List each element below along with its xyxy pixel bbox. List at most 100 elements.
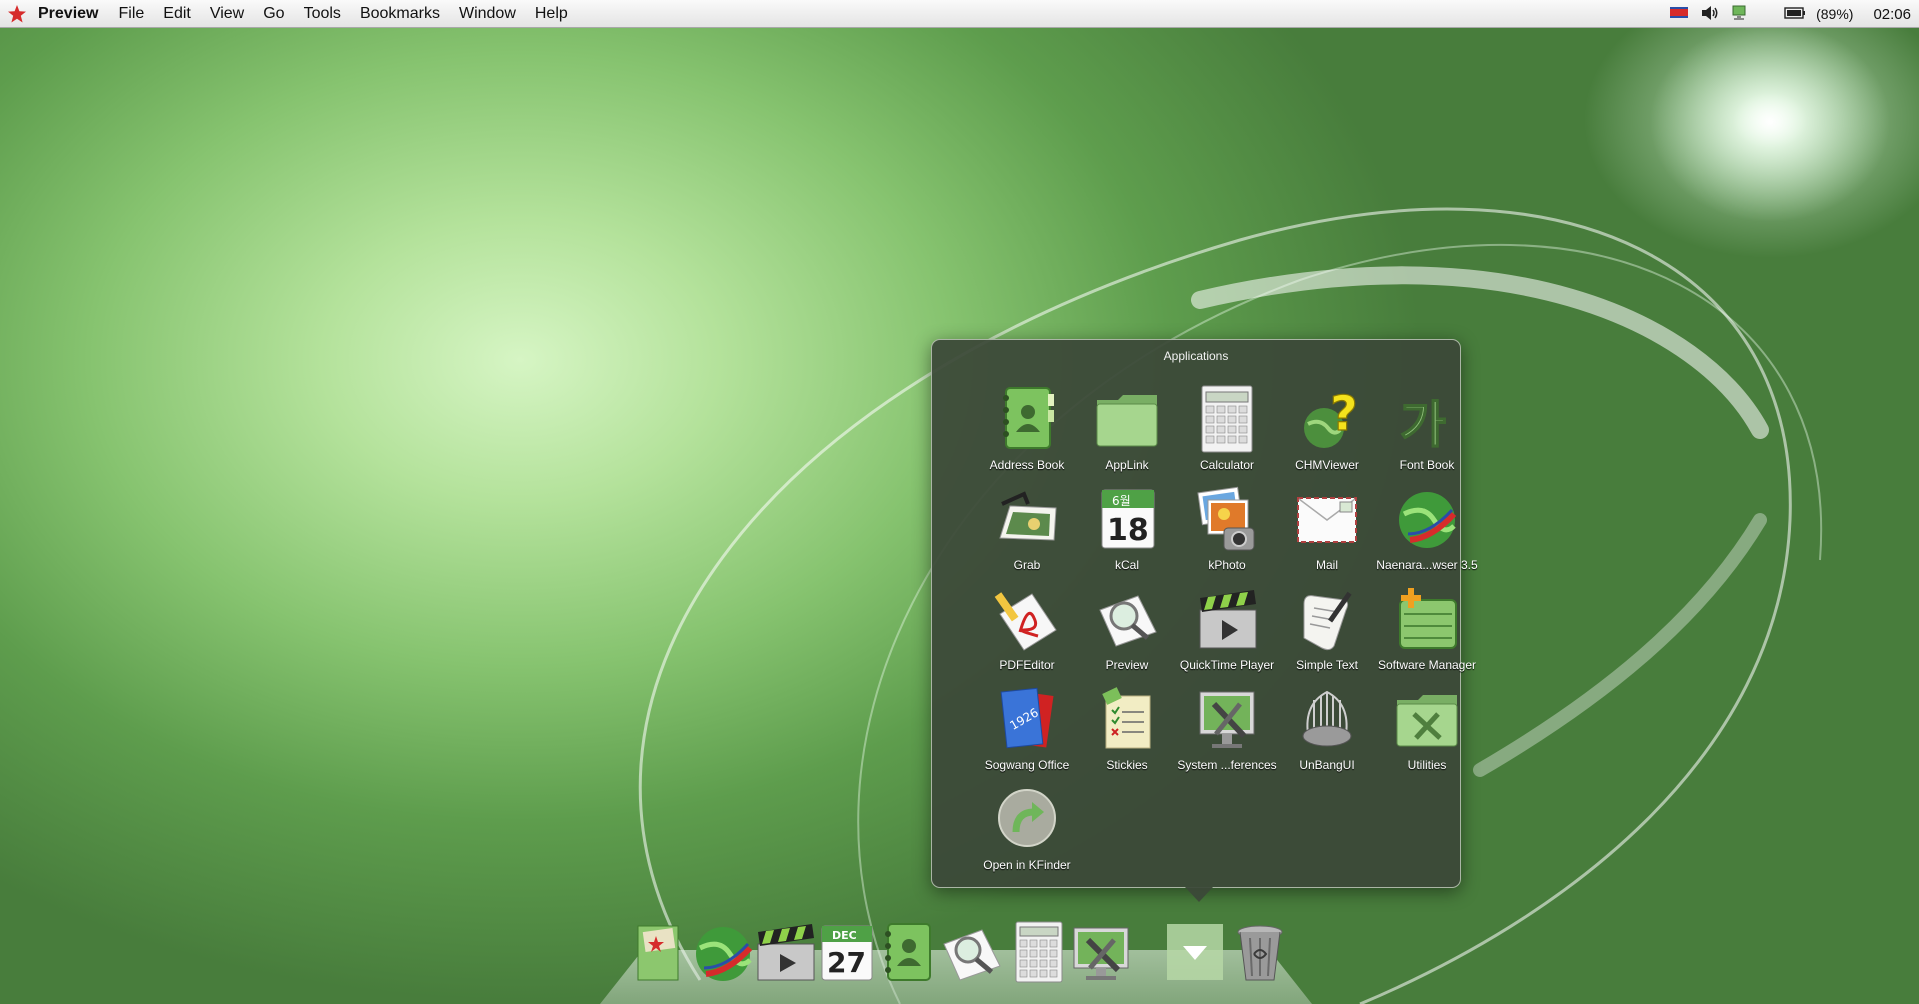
app-label: System ...ferences: [1177, 758, 1277, 772]
dock-address-book[interactable]: [878, 920, 940, 984]
app-calculator[interactable]: Calculator: [1177, 384, 1277, 484]
app-menu[interactable]: Preview: [38, 5, 98, 23]
dock-quicktime[interactable]: [754, 920, 816, 984]
open-in-kfinder[interactable]: Open in KFinder: [977, 784, 1077, 884]
app-address-book[interactable]: Address Book: [977, 384, 1077, 484]
app-label: Preview: [1105, 658, 1149, 672]
app-system-preferences[interactable]: System ...ferences: [1177, 684, 1277, 784]
app-label: kPhoto: [1208, 558, 1246, 572]
app-chmviewer[interactable]: ? CHMViewer: [1277, 384, 1377, 484]
system-preferences-icon: [1073, 927, 1129, 980]
dock-applications-stack[interactable]: [1165, 920, 1227, 984]
pdf-icon: [994, 584, 1060, 654]
dock-photo-book[interactable]: [630, 920, 692, 984]
svg-text:27: 27: [827, 946, 866, 979]
system-preferences-icon: [1194, 684, 1260, 754]
font-book-icon: 가: [1394, 384, 1460, 455]
open-arrow-icon: [994, 784, 1060, 854]
app-label: Sogwang Office: [984, 758, 1070, 772]
app-label: Utilities: [1407, 758, 1447, 772]
calculator-icon: [1015, 921, 1063, 983]
app-applink[interactable]: AppLink: [1077, 384, 1177, 484]
network-icon[interactable]: [1730, 4, 1748, 25]
app-label: Open in KFinder: [983, 858, 1071, 872]
calculator-icon: [1194, 384, 1260, 454]
text-scroll-icon: [1294, 584, 1360, 654]
app-label: Stickies: [1106, 758, 1148, 772]
dock-preview[interactable]: [940, 920, 1002, 984]
app-label: UnBangUI: [1299, 758, 1355, 772]
app-label: Naenara...wser 3.5: [1376, 558, 1478, 572]
app-software-manager[interactable]: Software Manager: [1377, 584, 1477, 684]
stack-title: Applications: [1163, 349, 1229, 363]
battery-percent: (89%): [1816, 6, 1854, 22]
grab-icon: [994, 484, 1060, 554]
dock-trash[interactable]: [1232, 920, 1294, 984]
utilities-folder-icon: [1394, 684, 1460, 754]
app-kphoto[interactable]: kPhoto: [1177, 484, 1277, 584]
svg-text:18: 18: [1107, 513, 1149, 548]
app-naenara-browser[interactable]: Naenara...wser 3.5: [1376, 484, 1478, 584]
app-unbangui[interactable]: UnBangUI: [1277, 684, 1377, 784]
app-pdfeditor[interactable]: PDFEditor: [977, 584, 1077, 684]
app-label: CHMViewer: [1295, 458, 1359, 472]
volume-icon[interactable]: [1700, 5, 1720, 24]
dock-calendar[interactable]: DEC 27: [816, 920, 878, 984]
app-label: Calculator: [1199, 458, 1255, 472]
menu-help[interactable]: Help: [535, 5, 568, 23]
package-icon: [1394, 584, 1460, 654]
app-quicktime-player[interactable]: QuickTime Player: [1177, 584, 1277, 684]
applications-stack-icon: [1167, 924, 1223, 980]
preview-icon: [943, 929, 1001, 981]
applications-stack-popup: Applications Address Book AppLink Calcul…: [931, 339, 1478, 902]
globe-icon: [1394, 484, 1460, 554]
app-kcal[interactable]: 6월 18 kCal: [1077, 484, 1177, 584]
menu-go[interactable]: Go: [263, 5, 284, 23]
star-menu-icon[interactable]: [4, 1, 30, 27]
menu-file[interactable]: File: [118, 5, 144, 23]
app-grab[interactable]: Grab: [977, 484, 1077, 584]
menu-window[interactable]: Window: [459, 5, 516, 23]
flag-icon[interactable]: [1670, 6, 1690, 23]
app-stickies[interactable]: Stickies: [1077, 684, 1177, 784]
dock-system-preferences[interactable]: [1070, 920, 1132, 984]
menu-tools[interactable]: Tools: [304, 5, 341, 23]
chm-viewer-icon: ?: [1294, 384, 1360, 454]
app-mail[interactable]: Mail: [1277, 484, 1377, 584]
office-icon: 1926: [994, 684, 1060, 754]
address-book-icon: [885, 923, 931, 981]
app-label: Grab: [1013, 558, 1041, 572]
menu-bookmarks[interactable]: Bookmarks: [360, 5, 440, 23]
clapperboard-icon: [757, 924, 815, 981]
svg-text:?: ?: [1330, 386, 1358, 442]
photo-book-icon: [637, 925, 679, 981]
app-label: Font Book: [1399, 458, 1455, 472]
address-book-icon: [994, 384, 1060, 454]
app-label: AppLink: [1105, 458, 1149, 472]
app-label: Address Book: [989, 458, 1065, 472]
app-utilities[interactable]: Utilities: [1377, 684, 1477, 784]
app-sogwang-office[interactable]: 1926 Sogwang Office: [977, 684, 1077, 784]
globe-icon: [696, 927, 753, 981]
svg-text:DEC: DEC: [832, 929, 857, 942]
app-simple-text[interactable]: Simple Text: [1277, 584, 1377, 684]
mail-icon: [1294, 484, 1360, 554]
menu-edit[interactable]: Edit: [163, 5, 191, 23]
trash-icon: [1237, 925, 1283, 981]
dock-calculator[interactable]: [1008, 920, 1070, 984]
photo-icon: [1194, 484, 1260, 554]
app-preview[interactable]: Preview: [1077, 584, 1177, 684]
app-label: Mail: [1315, 558, 1338, 572]
menu-view[interactable]: View: [210, 5, 244, 23]
unbangui-icon: [1294, 684, 1360, 754]
clapperboard-icon: [1194, 584, 1260, 654]
dock-browser[interactable]: [692, 920, 754, 984]
app-label: Simple Text: [1296, 658, 1358, 672]
menubar-clock[interactable]: 02:06: [1873, 6, 1911, 23]
app-label: kCal: [1114, 558, 1139, 572]
folder-icon: [1094, 384, 1160, 454]
battery-icon[interactable]: [1784, 6, 1806, 22]
menu-bar: Preview File Edit View Go Tools Bookmark…: [0, 0, 1919, 28]
app-font-book[interactable]: 가 Font Book: [1377, 384, 1477, 484]
app-label: QuickTime Player: [1179, 658, 1275, 672]
